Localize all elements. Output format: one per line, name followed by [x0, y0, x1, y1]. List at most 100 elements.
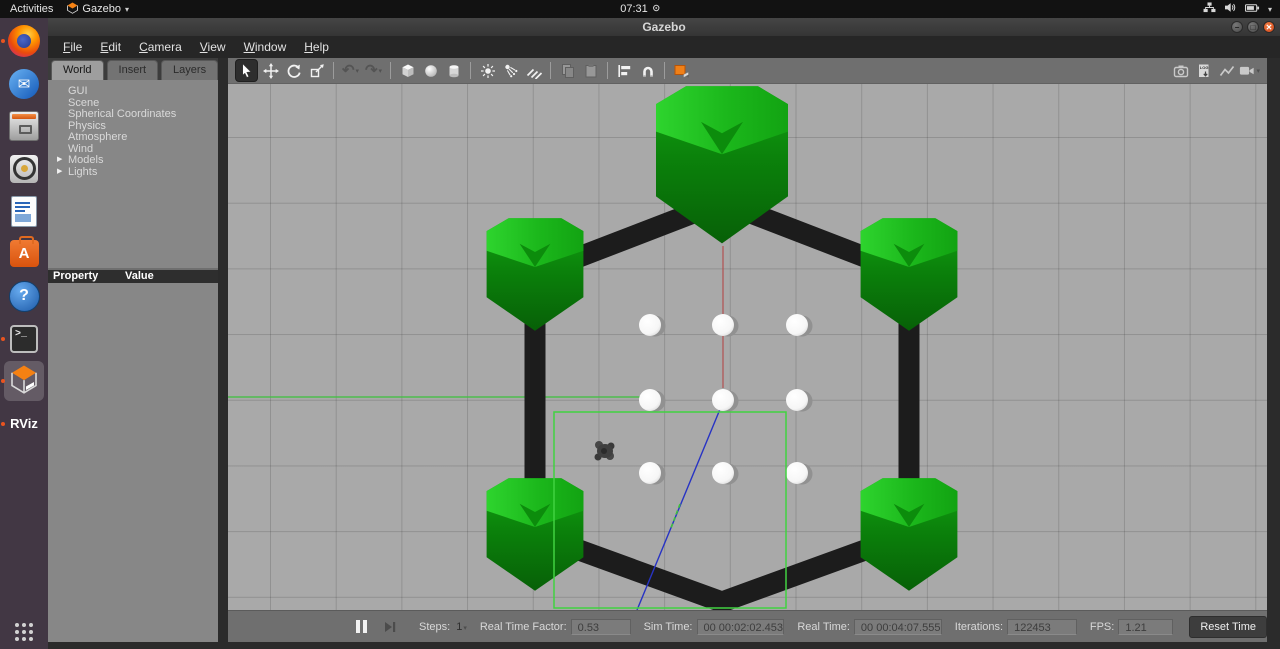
- help-icon: ?: [8, 280, 40, 312]
- show-applications-button[interactable]: [15, 623, 33, 641]
- plot-button[interactable]: [1216, 60, 1237, 81]
- undo-button[interactable]: ↶ ▾: [340, 60, 361, 81]
- building-editor-button[interactable]: [671, 60, 692, 81]
- green-prism-1[interactable]: [486, 218, 584, 331]
- white-sphere[interactable]: [786, 462, 808, 484]
- tree-item-label: Physics: [68, 119, 106, 132]
- fps-field: 1.21: [1118, 618, 1174, 635]
- redo-button[interactable]: ↷ ▾: [363, 60, 384, 81]
- dock-item-rhythmbox[interactable]: [4, 149, 44, 189]
- clock-button[interactable]: 07:31: [620, 3, 660, 15]
- fps-label: FPS:: [1089, 620, 1115, 633]
- steps-label: Steps:: [419, 620, 451, 633]
- white-sphere[interactable]: [786, 389, 808, 411]
- sim-time-field: 00 00:02:02.453: [696, 618, 785, 635]
- system-tray-button[interactable]: ▾: [1203, 2, 1272, 16]
- tab-world[interactable]: World: [51, 60, 104, 80]
- step-button[interactable]: [383, 620, 397, 634]
- cylinder-button[interactable]: [443, 60, 464, 81]
- close-button[interactable]: ✕: [1263, 21, 1275, 33]
- directional-light-button[interactable]: [523, 60, 544, 81]
- volume-icon: [1224, 2, 1237, 16]
- screenshot-button[interactable]: [1170, 60, 1191, 81]
- appmenu-button[interactable]: Gazebo ▾: [67, 2, 129, 17]
- menu-file[interactable]: File: [54, 38, 91, 56]
- real-time-factor-label: Real Time Factor:: [479, 620, 567, 633]
- dock-item-gazebo[interactable]: [1, 361, 44, 401]
- libreoffice-writer-icon: [11, 195, 37, 227]
- expand-arrow-icon[interactable]: ▶: [57, 155, 62, 165]
- panel-tabs: World Insert Layers: [48, 58, 219, 80]
- copy-button[interactable]: [557, 60, 578, 81]
- log-button[interactable]: LOG: [1193, 60, 1214, 81]
- iterations-field: 122453: [1007, 618, 1077, 635]
- tree-item-label: Models: [68, 154, 104, 166]
- green-prism-2[interactable]: [860, 218, 958, 331]
- chevron-down-icon: ▾: [1267, 5, 1272, 14]
- green-prism-3[interactable]: [486, 478, 584, 591]
- dock-item-file-cabinet[interactable]: [4, 106, 44, 146]
- menu-edit[interactable]: Edit: [91, 38, 130, 56]
- toolbar-separator: [607, 62, 608, 79]
- tree-item-lights[interactable]: ▶ Lights: [48, 165, 218, 179]
- scale-button[interactable]: [306, 60, 327, 81]
- gazebo-icon: [8, 363, 40, 400]
- menu-help[interactable]: Help: [295, 38, 338, 56]
- property-table-body: [48, 283, 218, 642]
- dock-item-thunderbird[interactable]: ✉: [4, 64, 44, 104]
- dock-item-terminal[interactable]: >_: [1, 319, 44, 359]
- running-indicator: [1, 39, 5, 43]
- rhythmbox-icon: [10, 154, 38, 183]
- dock-item-libreoffice-writer[interactable]: [4, 191, 44, 231]
- tab-insert[interactable]: Insert: [106, 60, 159, 80]
- network-icon: [1203, 2, 1216, 16]
- minimize-button[interactable]: −: [1231, 21, 1243, 33]
- tree-item-label: Atmosphere: [68, 131, 128, 143]
- rotate-button[interactable]: [283, 60, 304, 81]
- notification-icon: [652, 3, 660, 15]
- dock-item-help[interactable]: ?: [4, 276, 44, 316]
- dock-item-ubuntu-software[interactable]: A: [4, 234, 44, 274]
- activities-button[interactable]: Activities: [10, 3, 53, 15]
- select-button[interactable]: [235, 59, 258, 82]
- menu-window[interactable]: Window: [235, 38, 296, 56]
- white-sphere[interactable]: [712, 314, 734, 336]
- 3d-viewport[interactable]: [228, 84, 1267, 610]
- toolbar-separator: [470, 62, 471, 79]
- dock-item-firefox[interactable]: [1, 21, 44, 61]
- maximize-button[interactable]: □: [1247, 21, 1259, 33]
- move-button[interactable]: [260, 60, 281, 81]
- scene-canvas[interactable]: [228, 84, 1267, 610]
- pause-button[interactable]: [356, 620, 367, 633]
- paste-button[interactable]: [580, 60, 601, 81]
- menu-camera[interactable]: Camera: [130, 38, 191, 56]
- running-indicator: [1, 421, 5, 426]
- sphere-button[interactable]: [420, 60, 441, 81]
- white-sphere[interactable]: [639, 389, 661, 411]
- white-sphere[interactable]: [639, 314, 661, 336]
- tab-layers[interactable]: Layers: [161, 60, 219, 80]
- white-sphere[interactable]: [639, 462, 661, 484]
- record-button[interactable]: ▾: [1239, 60, 1260, 81]
- reset-time-button[interactable]: Reset Time: [1189, 615, 1267, 638]
- snap-button[interactable]: [637, 60, 658, 81]
- white-sphere[interactable]: [712, 462, 734, 484]
- dock-item-rviz[interactable]: RViz: [1, 404, 44, 444]
- toolbar-separator: [664, 62, 665, 79]
- white-sphere[interactable]: [712, 389, 734, 411]
- expand-arrow-icon[interactable]: ▶: [57, 167, 62, 177]
- spot-light-button[interactable]: [500, 60, 521, 81]
- value-column-header: Value: [125, 270, 154, 282]
- tree-item-label: Lights: [68, 165, 98, 178]
- robot-model[interactable]: [594, 441, 615, 461]
- cube-button[interactable]: [397, 60, 418, 81]
- sim-time-label: Sim Time:: [643, 620, 693, 633]
- titlebar[interactable]: Gazebo − □ ✕: [48, 18, 1280, 36]
- point-light-button[interactable]: [477, 60, 498, 81]
- steps-value-dropdown[interactable]: 1▾: [456, 621, 467, 633]
- align-button[interactable]: [614, 60, 635, 81]
- menu-view[interactable]: View: [191, 38, 235, 56]
- green-prism-4[interactable]: [860, 478, 958, 591]
- white-sphere[interactable]: [786, 314, 808, 336]
- ubuntu-software-icon: A: [9, 236, 39, 267]
